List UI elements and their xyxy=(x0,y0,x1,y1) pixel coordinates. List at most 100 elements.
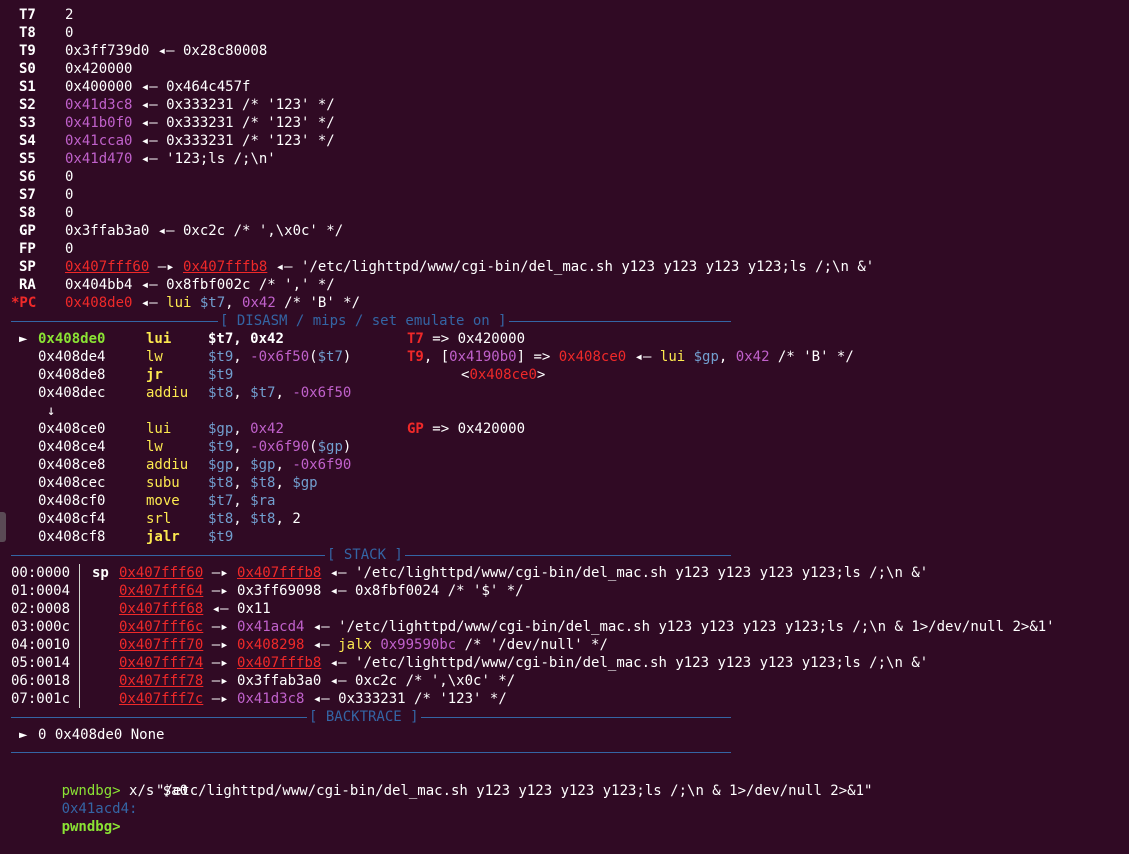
stack-value-segment: ◂— 0x333231 /* '123' */ xyxy=(304,691,507,707)
active-prompt-line[interactable]: pwndbg> xyxy=(11,800,121,835)
register-value-segment: ◂— xyxy=(132,295,167,311)
backtrace-section-title: [ BACKTRACE ] xyxy=(307,708,421,726)
instruction-operands: $t8, $t8, 2 xyxy=(208,510,301,528)
register-value-segment: /* 'B' */ xyxy=(275,295,361,311)
operand-segment: $t7 xyxy=(250,385,276,401)
stack-value-segment: —▸ xyxy=(203,637,238,653)
register-value: 0x41cca0 ◂— 0x333231 /* '123' */ xyxy=(65,132,335,150)
stack-value-segment: 0x408298 xyxy=(237,637,305,653)
instruction-operands: $t9, -0x6f50($t7) xyxy=(208,348,351,366)
register-name: S7 xyxy=(19,187,36,203)
stack-offset: 04:0010 xyxy=(11,637,71,653)
register-name: GP xyxy=(19,223,36,239)
stack-value: 0x407fff7c —▸ 0x41d3c8 ◂— 0x333231 /* '1… xyxy=(119,690,507,708)
operand-segment: $t8 xyxy=(208,385,234,401)
stack-value: 0x407fff78 —▸ 0x3ffab3a0 ◂— 0xc2c /* ',\… xyxy=(119,672,515,690)
note-segment: T9 xyxy=(407,349,424,365)
operand-segment: $gp xyxy=(317,439,343,455)
note-segment: , [ xyxy=(423,349,450,365)
note-segment: > xyxy=(536,367,546,383)
register-value-segment: 0x41d470 xyxy=(65,151,133,167)
instruction-mnemonic: addiu xyxy=(146,385,189,401)
operand-segment: , xyxy=(233,439,251,455)
operand-segment: 0x42 xyxy=(250,331,284,347)
stack-value: 0x407fff68 ◂— 0x11 xyxy=(119,600,271,618)
register-value: 0 xyxy=(65,186,73,204)
operand-segment: $t8 xyxy=(208,511,234,527)
register-value-segment: 0x407fff60 xyxy=(65,259,150,275)
register-value-segment: —▸ xyxy=(149,259,184,275)
operand-segment: -0x6f90 xyxy=(292,457,352,473)
instruction-operands: $gp, $gp, -0x6f90 xyxy=(208,456,351,474)
operand-segment: $t7 xyxy=(208,493,234,509)
stack-value-segment: 0x41acd4 xyxy=(237,619,305,635)
terminal-window[interactable]: T7 2 T8 0 T9 0x3ff739d0 ◂— 0x28c80008 S0 0x4200… xyxy=(0,0,1129,835)
register-value-segment: 0x400000 ◂— 0x464c457f xyxy=(65,79,251,95)
instruction-operands: $gp, 0x42 xyxy=(208,420,284,438)
operand-segment: , xyxy=(275,457,293,473)
register-value: 0x41d3c8 ◂— 0x333231 /* '123' */ xyxy=(65,96,335,114)
register-value-segment: ◂— 0x333231 /* '123' */ xyxy=(132,115,335,131)
register-name: SP xyxy=(19,259,36,275)
instruction-mnemonic: jr xyxy=(146,367,163,383)
emulation-note: GP => 0x420000 xyxy=(407,420,525,438)
stack-value-segment: ◂— 0x11 xyxy=(203,601,271,617)
register-value-segment: 0x3ff739d0 ◂— 0x28c80008 xyxy=(65,43,268,59)
stack-offset: 06:0018 xyxy=(11,673,71,689)
stack-value-segment: 0x407fff7c xyxy=(119,691,204,707)
stack-offset: 01:0004 xyxy=(11,583,71,599)
operand-segment: $t7 xyxy=(208,331,234,347)
register-value-segment: ◂— 0x333231 /* '123' */ xyxy=(132,97,335,113)
instruction-mnemonic: srl xyxy=(146,511,172,527)
register-value: 0x41b0f0 ◂— 0x333231 /* '123' */ xyxy=(65,114,335,132)
note-segment: 0x42 xyxy=(735,349,770,365)
register-name: S1 xyxy=(19,79,36,95)
register-value-segment: ◂— 0x333231 /* '123' */ xyxy=(132,133,335,149)
emulation-note: T7 => 0x420000 xyxy=(407,330,525,348)
note-segment: lui xyxy=(659,349,694,365)
operand-segment: ( xyxy=(309,439,318,455)
stack-value-segment: ◂— '/etc/lighttpd/www/cgi-bin/del_mac.sh… xyxy=(321,565,929,581)
instruction-address: 0x408cec xyxy=(38,475,106,491)
stack-offset: 07:001c xyxy=(11,691,71,707)
operand-segment: , xyxy=(233,331,251,347)
instruction-mnemonic: addiu xyxy=(146,457,189,473)
stack-value-segment: —▸ xyxy=(203,565,238,581)
register-name: T8 xyxy=(19,25,36,41)
stack-value-segment: 0x407fff74 xyxy=(119,655,204,671)
stack-value-segment: /* '/dev/null' */ xyxy=(456,637,608,653)
instruction-mnemonic: lui xyxy=(146,421,172,437)
register-value-segment: 0x404bb4 ◂— 0x8fbf002c /* ',' */ xyxy=(65,277,335,293)
register-name: T9 xyxy=(19,43,36,59)
scrollbar-handle[interactable] xyxy=(0,512,6,542)
stack-value-segment: 0x407fff64 xyxy=(119,583,204,599)
instruction-operands: $t7, 0x42 xyxy=(208,330,284,348)
stack-value-segment: —▸ 0x3ff69098 ◂— 0x8fbf0024 /* '$' */ xyxy=(203,583,524,599)
operand-segment: 0x42 xyxy=(250,421,284,437)
register-value: 2 xyxy=(65,6,73,24)
instruction-mnemonic: lui xyxy=(146,331,172,347)
register-value-segment: , xyxy=(225,295,243,311)
stack-value-segment: —▸ xyxy=(203,691,238,707)
disasm-section-title: [ DISASM / mips / set emulate on ] xyxy=(218,312,509,330)
operand-segment: $gp xyxy=(208,457,234,473)
register-value-segment: 0x407fffb8 xyxy=(183,259,268,275)
operand-segment: $t9 xyxy=(208,529,234,545)
register-value: 0 xyxy=(65,204,73,222)
operand-segment: -0x6f50 xyxy=(250,349,310,365)
operand-segment: 2 xyxy=(292,511,301,527)
register-value: 0x41d470 ◂— '123;ls /;\n' xyxy=(65,150,276,168)
register-value: 0x408de0 ◂— lui $t7, 0x42 /* 'B' */ xyxy=(65,294,360,312)
stack-value: 0x407fff64 —▸ 0x3ff69098 ◂— 0x8fbf0024 /… xyxy=(119,582,524,600)
stack-offset: 03:000c xyxy=(11,619,71,635)
instruction-address: 0x408dec xyxy=(38,385,106,401)
operand-segment: , xyxy=(233,421,251,437)
register-value-segment: 0x42 xyxy=(242,295,276,311)
stack-pointer-tag: sp xyxy=(92,565,109,581)
instruction-operands: $t9 xyxy=(208,528,233,546)
register-value-segment: 0 xyxy=(65,187,74,203)
active-prompt-label: pwndbg> xyxy=(61,819,121,835)
register-value-segment: 0x3ffab3a0 ◂— 0xc2c /* ',\x0c' */ xyxy=(65,223,344,239)
operand-segment: ) xyxy=(342,349,352,365)
register-name: S5 xyxy=(19,151,36,167)
